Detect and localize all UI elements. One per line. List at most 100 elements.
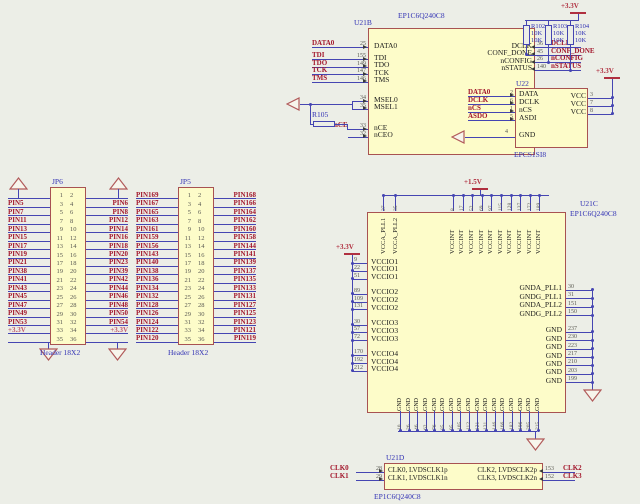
pin-number: 223 bbox=[568, 343, 577, 349]
r105-designator: R105 bbox=[312, 111, 328, 119]
net-label: PIN141 bbox=[233, 251, 256, 258]
schematic-canvas: EP1C6Q240C8 U21B DATA025DATA0TDI155TDITD… bbox=[0, 0, 640, 504]
net-label: TCK bbox=[312, 67, 327, 74]
pin-column: 69VCCINT bbox=[477, 196, 487, 254]
net-label: PIN44 bbox=[109, 285, 128, 292]
pin-name: VCCINT bbox=[505, 212, 515, 254]
wire bbox=[566, 382, 592, 383]
wire bbox=[566, 357, 592, 358]
net-label: PIN164 bbox=[233, 209, 256, 216]
pin-number: 16 bbox=[70, 253, 77, 260]
pin-number: 62 bbox=[422, 414, 430, 430]
pin-number: 5 bbox=[176, 210, 191, 217]
u21b-designator: U21B bbox=[354, 19, 372, 27]
pin-number: 15 bbox=[48, 253, 63, 260]
pin-number: 27 bbox=[379, 196, 389, 211]
net-label: PIN137 bbox=[233, 268, 256, 275]
ground-arrow-down-icon bbox=[526, 438, 545, 451]
pin-number: 112 bbox=[465, 414, 473, 430]
pin-arrow-icon bbox=[363, 79, 367, 83]
wire bbox=[352, 101, 353, 110]
pin-number: 46 bbox=[413, 414, 421, 430]
pin-number: 217 bbox=[568, 351, 577, 357]
pin-name: CLK3, LVDSCLK2n bbox=[477, 475, 537, 482]
pin-name: VCCINT bbox=[515, 212, 525, 254]
pin-number: 152 bbox=[545, 474, 554, 480]
pin-number: 30 bbox=[70, 312, 77, 319]
wire bbox=[570, 45, 571, 70]
pin-number: 30 bbox=[568, 284, 574, 290]
pin-number: 24 bbox=[198, 286, 205, 293]
pin-number: 31 bbox=[48, 320, 63, 327]
pin-number: 10 bbox=[198, 227, 205, 234]
resistor-ref: R102 bbox=[531, 23, 553, 30]
pin-number: 21 bbox=[48, 278, 63, 285]
pin-number: 150 bbox=[568, 309, 577, 315]
pin-number: 24 bbox=[70, 286, 77, 293]
pin-arrow-icon bbox=[363, 106, 367, 110]
pin-name: VCC bbox=[571, 108, 586, 116]
net-label: PIN16 bbox=[109, 234, 128, 241]
resistor-label: R10310K10K bbox=[553, 23, 575, 44]
wire bbox=[588, 114, 612, 115]
pin-number: 166 bbox=[499, 414, 507, 430]
pin-number: 2 bbox=[198, 193, 201, 200]
pin-row: CLK3, LVDSCLK2n152CLK3 bbox=[400, 474, 610, 482]
wire bbox=[566, 374, 592, 375]
net-label: PIN119 bbox=[234, 335, 256, 342]
jp6-rows: 12PIN534PIN6PIN756PIN8PIN1178PIN12PIN139… bbox=[8, 193, 128, 345]
pin-arrow-icon bbox=[363, 134, 367, 138]
net-label: PIN133 bbox=[233, 285, 256, 292]
pin-name: VCCA_PLL2 bbox=[391, 212, 401, 254]
wire bbox=[566, 298, 592, 299]
net-label: PIN23 bbox=[109, 259, 128, 266]
net-label: PIN14 bbox=[109, 226, 128, 233]
pin-number: 28 bbox=[70, 303, 77, 310]
pin-number: 10 bbox=[70, 227, 77, 234]
pin-column: GND215 bbox=[534, 388, 543, 434]
pin-name: VCCIO3 bbox=[371, 335, 398, 343]
pin-number: 7 bbox=[176, 219, 191, 226]
pin-number: 4 bbox=[198, 202, 201, 209]
pin-name: GND bbox=[422, 388, 430, 411]
pin-column: GND182 bbox=[508, 388, 517, 434]
pin-name: GND bbox=[456, 388, 464, 411]
wire bbox=[8, 342, 50, 343]
pin-column: GND146 bbox=[491, 388, 500, 434]
net-label: PIN162 bbox=[233, 217, 256, 224]
pin-number: 19 bbox=[48, 269, 63, 276]
wire bbox=[398, 431, 537, 432]
pin-number: 52 bbox=[467, 196, 477, 211]
net-label: PIN121 bbox=[233, 327, 256, 334]
net-label: PIN54 bbox=[109, 319, 128, 326]
pin-name: GNDA_PLL1 bbox=[520, 284, 563, 292]
pin-name: GND bbox=[546, 377, 562, 385]
pin-number: 11 bbox=[48, 236, 63, 243]
wire bbox=[588, 106, 612, 107]
jp5-rows: PIN16912PIN168PIN16734PIN166PIN16556PIN1… bbox=[136, 193, 256, 345]
net-label: nCS bbox=[468, 105, 481, 112]
pin-column: 137VCCINT bbox=[515, 196, 525, 254]
pin-name: MSEL1 bbox=[374, 103, 398, 111]
pin-number: 25 bbox=[48, 295, 63, 302]
pin-number: 230 bbox=[568, 334, 577, 340]
wire bbox=[8, 333, 50, 334]
u21c-bottom-pins: GND10GND26GND46GND62GND76GND85GND95GND10… bbox=[396, 388, 542, 434]
wire bbox=[86, 342, 128, 343]
pin-number: 199 bbox=[568, 376, 577, 382]
pin-number: 29 bbox=[176, 312, 191, 319]
pin-row: GND230 bbox=[430, 334, 602, 342]
pin-column: 17VCCINT bbox=[458, 196, 468, 254]
net-label: PIN168 bbox=[233, 192, 256, 199]
pin-number: 8 bbox=[590, 108, 593, 114]
resistor-r105 bbox=[313, 121, 335, 127]
pin-column: 189VCCINT bbox=[534, 196, 544, 254]
pin-number: 237 bbox=[568, 326, 577, 332]
net-label: PIN144 bbox=[233, 243, 256, 250]
resistor-label: R10210K10K bbox=[531, 23, 553, 44]
net-label: PIN12 bbox=[109, 217, 128, 224]
net-label: PIN139 bbox=[233, 259, 256, 266]
pin-number: 23 bbox=[48, 286, 63, 293]
pin-number: 13 bbox=[48, 244, 63, 251]
pin-number: 151 bbox=[568, 301, 577, 307]
